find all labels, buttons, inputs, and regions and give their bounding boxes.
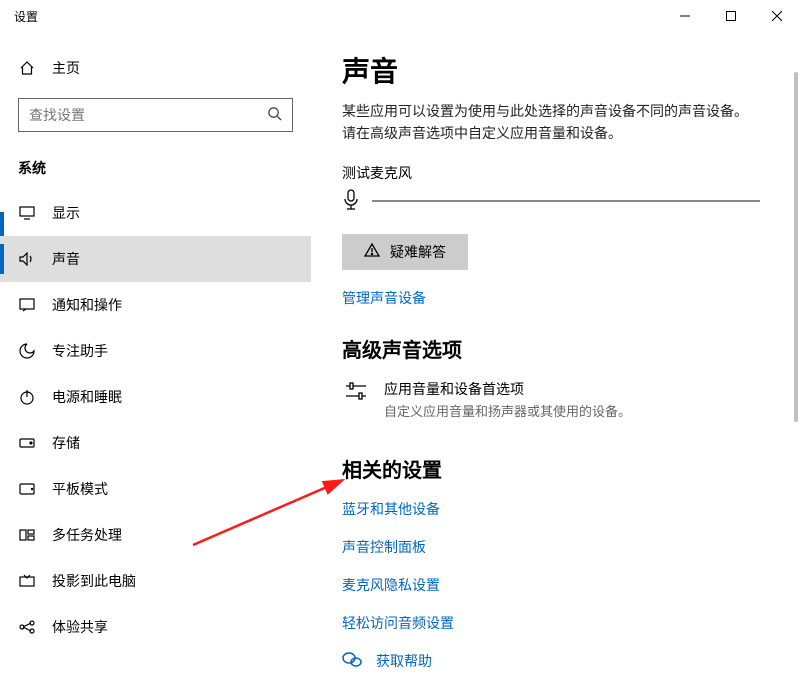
minimize-button[interactable]: [662, 0, 708, 32]
sidebar-item-label: 存储: [52, 433, 80, 453]
sidebar-item-multitasking[interactable]: 多任务处理: [0, 512, 311, 558]
advanced-heading: 高级声音选项: [342, 334, 800, 363]
sidebar-item-label: 通知和操作: [52, 295, 122, 315]
projecting-icon: [18, 574, 36, 588]
maximize-button[interactable]: [708, 0, 754, 32]
related-heading: 相关的设置: [342, 454, 800, 483]
sound-icon: [18, 252, 36, 266]
sidebar-item-projecting[interactable]: 投影到此电脑: [0, 558, 311, 604]
page-description: 某些应用可以设置为使用与此处选择的声音设备不同的声音设备。请在高级声音选项中自定…: [342, 100, 800, 145]
titlebar: 设置: [0, 0, 800, 32]
manage-sound-devices-link[interactable]: 管理声音设备: [342, 288, 426, 308]
sidebar-item-focus-assist[interactable]: 专注助手: [0, 328, 311, 374]
app-volume-title: 应用音量和设备首选项: [384, 379, 631, 399]
sidebar-item-display[interactable]: 显示: [0, 190, 311, 236]
mic-level-bar: [372, 200, 760, 202]
sidebar-item-label: 声音: [52, 249, 80, 269]
content-scrollbar[interactable]: [794, 72, 798, 422]
app-volume-option[interactable]: 应用音量和设备首选项 自定义应用音量和扬声器或其使用的设备。: [342, 379, 800, 420]
sidebar-item-tablet[interactable]: 平板模式: [0, 466, 311, 512]
search-icon: [267, 106, 282, 124]
content-area: 声音 某些应用可以设置为使用与此处选择的声音设备不同的声音设备。请在高级声音选项…: [312, 32, 800, 689]
main-layout: 主页 系统 显示 声音: [0, 32, 800, 689]
page-title: 声音: [342, 50, 800, 90]
home-icon: [18, 60, 36, 76]
close-button[interactable]: [754, 0, 800, 32]
mic-test-row: [342, 189, 800, 214]
sidebar: 主页 系统 显示 声音: [0, 32, 312, 689]
troubleshoot-button[interactable]: 疑难解答: [342, 234, 468, 270]
display-icon: [18, 206, 36, 220]
search-input[interactable]: [18, 98, 293, 132]
link-sound-control-panel[interactable]: 声音控制面板: [342, 537, 800, 557]
warning-icon: [364, 243, 380, 260]
shared-icon: [18, 619, 36, 635]
sidebar-item-label: 显示: [52, 203, 80, 223]
sidebar-item-power[interactable]: 电源和睡眠: [0, 374, 311, 420]
troubleshoot-label: 疑难解答: [390, 242, 446, 262]
link-mic-privacy[interactable]: 麦克风隐私设置: [342, 575, 800, 595]
sidebar-item-label: 电源和睡眠: [52, 387, 122, 407]
sidebar-home[interactable]: 主页: [0, 48, 311, 88]
sidebar-item-label: 多任务处理: [52, 525, 122, 545]
sidebar-search-wrap: [0, 88, 311, 136]
microphone-icon: [342, 189, 360, 214]
notifications-icon: [18, 298, 36, 312]
sidebar-section-label: 系统: [0, 136, 311, 190]
multitasking-icon: [18, 529, 36, 541]
tablet-icon: [18, 483, 36, 495]
sidebar-item-label: 平板模式: [52, 479, 108, 499]
help-icon: [342, 651, 362, 672]
search-field[interactable]: [29, 107, 267, 123]
app-volume-sub: 自定义应用音量和扬声器或其使用的设备。: [384, 401, 631, 420]
link-bluetooth[interactable]: 蓝牙和其他设备: [342, 499, 800, 519]
link-ease-audio[interactable]: 轻松访问音频设置: [342, 613, 800, 633]
get-help-row[interactable]: 获取帮助: [342, 651, 800, 672]
related-links: 蓝牙和其他设备 声音控制面板 麦克风隐私设置 轻松访问音频设置: [342, 499, 800, 633]
sidebar-item-label: 体验共享: [52, 617, 108, 637]
sidebar-item-notifications[interactable]: 通知和操作: [0, 282, 311, 328]
sliders-icon: [342, 379, 370, 420]
window-title: 设置: [14, 8, 38, 25]
window-controls: [662, 0, 800, 32]
sidebar-item-sound[interactable]: 声音: [0, 236, 311, 282]
sidebar-item-label: 投影到此电脑: [52, 571, 136, 591]
sidebar-item-storage[interactable]: 存储: [0, 420, 311, 466]
sidebar-item-label: 专注助手: [52, 341, 108, 361]
mic-test-label: 测试麦克风: [342, 163, 800, 183]
sidebar-home-label: 主页: [52, 58, 80, 78]
get-help-link[interactable]: 获取帮助: [376, 651, 432, 671]
power-icon: [18, 389, 36, 405]
sidebar-item-shared[interactable]: 体验共享: [0, 604, 311, 650]
storage-icon: [18, 438, 36, 448]
focus-assist-icon: [18, 343, 36, 359]
